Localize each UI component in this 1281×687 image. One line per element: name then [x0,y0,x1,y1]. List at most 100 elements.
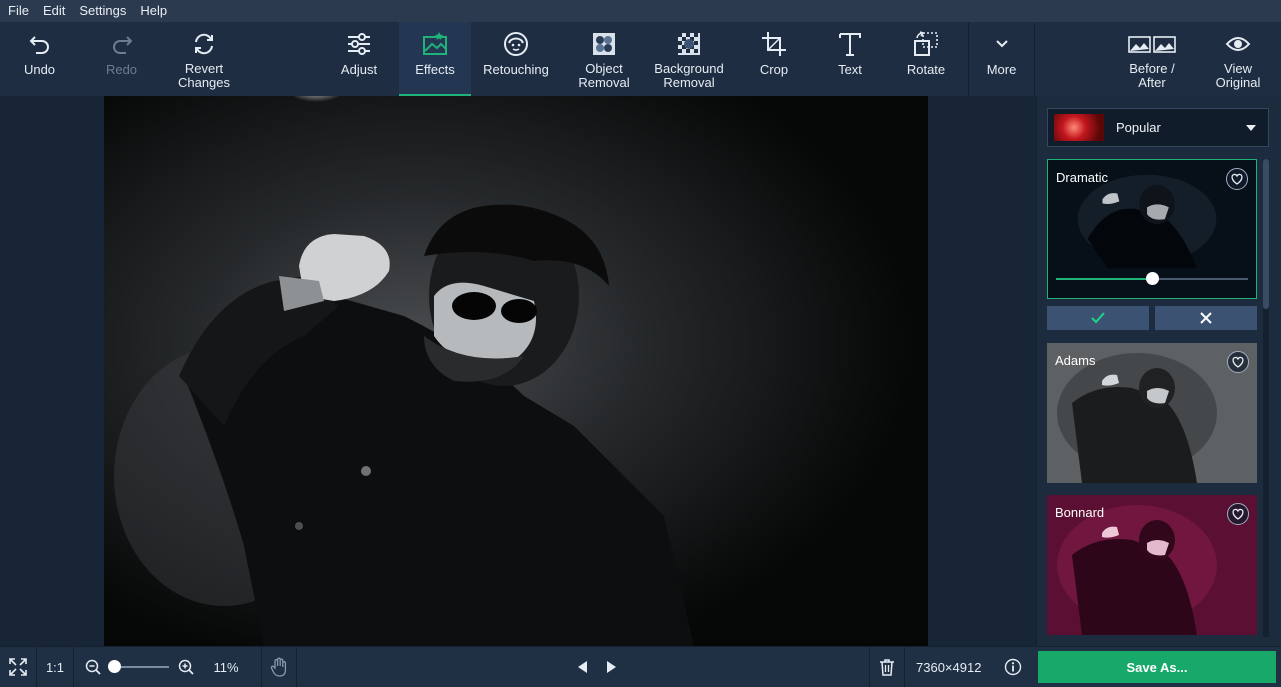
status-bar: 1:1 11% 7360×4912 Save As... [0,646,1281,687]
undo-label: Undo [23,62,56,77]
effect-card-bonnard[interactable]: Bonnard [1047,495,1257,635]
zoom-in-icon [178,659,194,675]
object-removal-icon [590,30,618,58]
effect-name: Adams [1055,353,1096,368]
face-icon [502,30,530,58]
heart-icon[interactable] [1226,168,1248,190]
workspace [0,96,1036,646]
fit-to-screen-button[interactable] [0,647,36,687]
status-divider [904,647,905,687]
zoom-slider-knob[interactable] [108,660,121,673]
rotate-icon [912,30,940,58]
text-label: Text [838,62,862,77]
trash-icon [880,659,894,676]
undo-icon [26,30,54,58]
crop-icon [760,30,788,58]
crop-button[interactable]: Crop [736,22,812,96]
close-icon [1200,312,1212,324]
before-after-button[interactable]: Before / After [1112,22,1192,96]
redo-icon [108,30,136,58]
background-removal-icon [675,30,703,58]
background-removal-button[interactable]: Background Removal [647,22,731,96]
retouching-button[interactable]: Retouching [474,22,558,96]
image-dimensions: 7360×4912 [916,647,1002,687]
cancel-effect-button[interactable] [1155,306,1257,330]
check-icon [1091,312,1105,324]
zoom-out-icon [85,659,101,675]
redo-button[interactable]: Redo [82,22,161,96]
scrollbar-thumb[interactable] [1263,159,1269,309]
next-image-button[interactable] [600,647,624,687]
redo-label: Redo [105,62,138,77]
fullscreen-icon [9,658,27,676]
more-button[interactable]: More [969,22,1034,96]
dimensions-label: 7360×4912 [916,659,982,675]
slider-fill [1056,278,1152,280]
view-original-label: View Original [1215,61,1261,90]
zoom-percent: 11% [213,659,239,675]
zoom-out-button[interactable] [82,647,104,687]
object-removal-button[interactable]: Object Removal [566,22,642,96]
eye-icon [1224,30,1252,58]
previous-image-button[interactable] [570,647,594,687]
rotate-label: Rotate [906,62,946,77]
revert-changes-button[interactable]: Revert Changes [164,22,244,96]
before-after-label: Before / After [1129,61,1175,90]
arrow-right-icon [607,661,616,673]
menu-bar: File Edit Settings Help [0,0,1281,22]
heart-icon[interactable] [1227,351,1249,373]
effects-panel: Popular Dramatic Adams Bonnard [1036,96,1281,646]
text-button[interactable]: Text [812,22,888,96]
heart-icon[interactable] [1227,503,1249,525]
collection-label: Popular [1116,120,1161,135]
zoom-in-button[interactable] [175,647,197,687]
apply-effect-button[interactable] [1047,306,1149,330]
revert-icon [190,30,218,58]
panel-scrollbar[interactable] [1263,159,1269,637]
photo-canvas[interactable] [104,96,928,646]
adjust-button[interactable]: Adjust [320,22,398,96]
view-original-button[interactable]: View Original [1200,22,1276,96]
hand-tool-button[interactable] [262,647,296,687]
actual-size-button[interactable]: 1:1 [37,647,73,687]
revert-label: Revert Changes [177,61,231,90]
background-removal-label: Background Removal [654,61,724,90]
status-divider [73,647,74,687]
chevron-down-icon [988,30,1016,58]
effects-icon [421,30,449,58]
text-icon [836,30,864,58]
arrow-left-icon [578,661,587,673]
undo-button[interactable]: Undo [0,22,79,96]
effect-card-dramatic[interactable]: Dramatic [1047,159,1257,299]
collection-thumbnail [1054,114,1104,141]
menu-settings[interactable]: Settings [72,0,133,22]
rotate-button[interactable]: Rotate [888,22,964,96]
collection-dropdown[interactable]: Popular [1047,108,1269,147]
menu-edit[interactable]: Edit [36,0,72,22]
toolbar: Undo Redo Revert Changes Adjust Effects … [0,22,1281,96]
before-after-icon [1128,30,1176,58]
crop-label: Crop [759,62,789,77]
more-label: More [986,62,1017,77]
image-info-button[interactable] [1002,647,1024,687]
sliders-icon [345,30,373,58]
menu-help[interactable]: Help [133,0,174,22]
delete-button[interactable] [870,647,904,687]
effect-strength-slider[interactable] [1056,272,1248,285]
save-as-button[interactable]: Save As... [1038,651,1276,683]
hand-icon [270,657,287,677]
zoom-slider[interactable] [113,666,169,668]
zoom-level: 11% [205,647,247,687]
retouching-label: Retouching [483,62,549,77]
effect-card-adams[interactable]: Adams [1047,343,1257,483]
menu-file[interactable]: File [0,0,36,22]
effect-name: Bonnard [1055,505,1105,520]
effects-button[interactable]: Effects [399,22,471,96]
toolbar-divider [1034,22,1035,96]
status-divider [296,647,297,687]
photo-image [104,96,928,646]
effect-name: Dramatic [1056,170,1109,185]
actual-size-label: 1:1 [45,659,65,675]
slider-knob[interactable] [1146,272,1159,285]
object-removal-label: Object Removal [578,61,630,90]
